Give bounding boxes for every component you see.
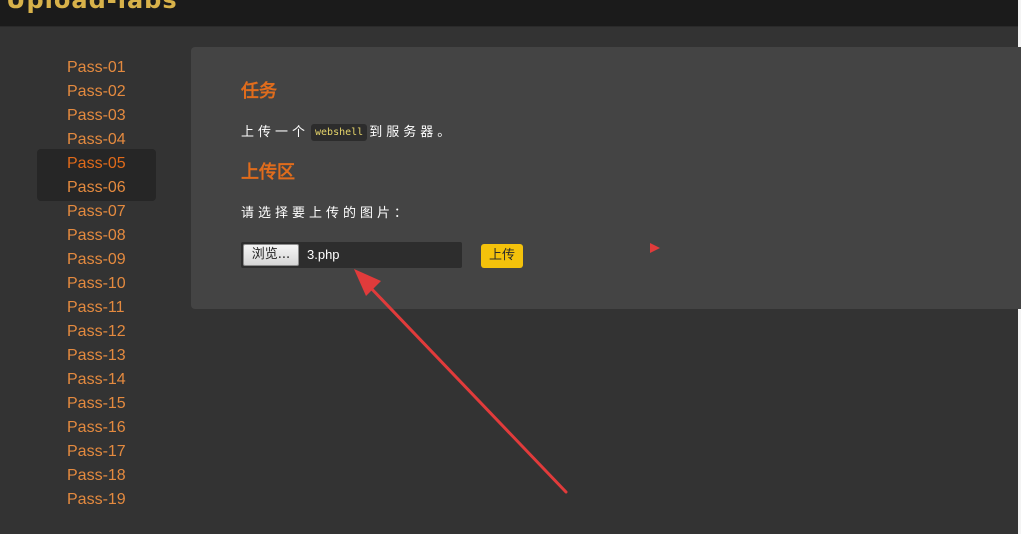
selected-file-name: 3.php: [307, 247, 340, 262]
browse-button[interactable]: 浏览...: [243, 244, 299, 266]
task-heading: 任务: [241, 81, 277, 102]
sidebar-item-pass-13[interactable]: Pass-13: [37, 344, 157, 368]
upload-heading: 上传区: [241, 162, 295, 183]
task-description: 上传一个 webshell 到服务器。: [241, 121, 454, 141]
sidebar-item-pass-09[interactable]: Pass-09: [37, 248, 157, 272]
sidebar-item-pass-03[interactable]: Pass-03: [37, 104, 157, 128]
sidebar-item-pass-15[interactable]: Pass-15: [37, 392, 157, 416]
sidebar-item-pass-18[interactable]: Pass-18: [37, 464, 157, 488]
sidebar-item-pass-12[interactable]: Pass-12: [37, 320, 157, 344]
top-header: Upload-labs: [0, 0, 1021, 27]
sidebar-item-pass-01[interactable]: Pass-01: [37, 56, 157, 80]
webshell-code: webshell: [311, 124, 368, 141]
sidebar-item-pass-10[interactable]: Pass-10: [37, 272, 157, 296]
sidebar-item-pass-08[interactable]: Pass-08: [37, 224, 157, 248]
task-text-after: 到服务器。: [369, 125, 455, 140]
sidebar: Pass-01 Pass-02 Pass-03 Pass-04 Pass-05 Pass-…: [37, 56, 157, 512]
sidebar-item-pass-05[interactable]: Pass-05: [37, 152, 157, 176]
sidebar-item-pass-11[interactable]: Pass-11: [37, 296, 157, 320]
sidebar-item-pass-06[interactable]: Pass-06: [37, 176, 157, 200]
file-input[interactable]: 浏览... 3.php: [241, 242, 462, 268]
sidebar-item-pass-14[interactable]: Pass-14: [37, 368, 157, 392]
task-text-before: 上传一个: [241, 125, 310, 140]
sidebar-item-pass-07[interactable]: Pass-07: [37, 200, 157, 224]
sidebar-item-pass-16[interactable]: Pass-16: [37, 416, 157, 440]
sidebar-list: Pass-01 Pass-02 Pass-03 Pass-04 Pass-05 Pass-…: [37, 56, 157, 512]
sidebar-item-pass-17[interactable]: Pass-17: [37, 440, 157, 464]
sidebar-item-pass-04[interactable]: Pass-04: [37, 128, 157, 152]
sidebar-item-pass-02[interactable]: Pass-02: [37, 80, 157, 104]
sidebar-item-pass-19[interactable]: Pass-19: [37, 488, 157, 512]
main-panel: 任务 上传一个 webshell 到服务器。 上传区 请选择要上传的图片： 浏览..…: [191, 47, 1021, 309]
site-logo: Upload-labs: [6, 0, 178, 14]
upload-submit-button[interactable]: 上传: [481, 244, 523, 268]
upload-prompt: 请选择要上传的图片：: [241, 206, 412, 221]
red-triangle-icon: [650, 243, 660, 253]
